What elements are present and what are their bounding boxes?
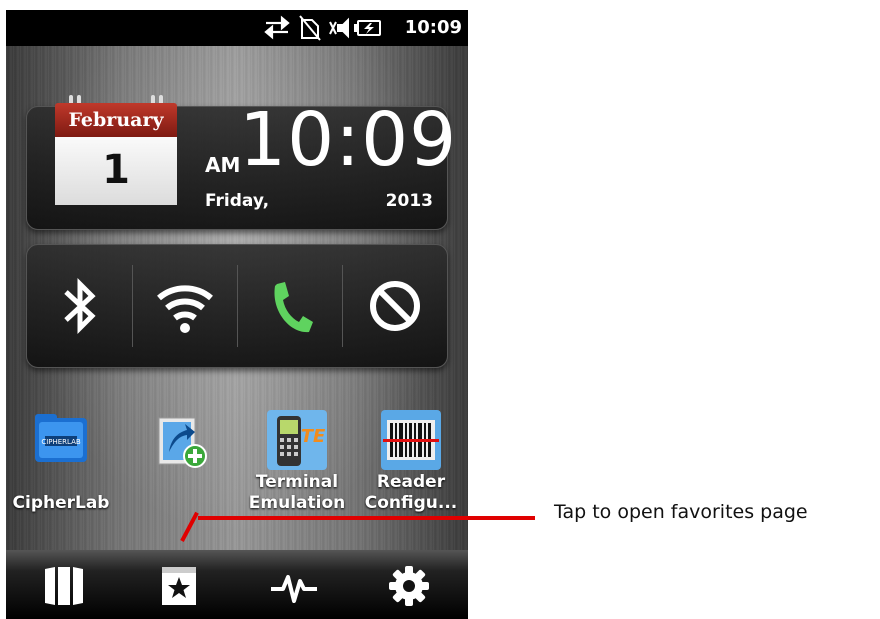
phone-icon: [273, 282, 313, 333]
gear-icon: [388, 566, 429, 606]
calendar-icon: February 1: [55, 95, 177, 207]
sync-arrows-icon: [264, 15, 290, 40]
device-screen: 10:09 February 1 AM 10:09 Friday, 2013 C…: [6, 10, 468, 619]
app-label: Reader: [376, 472, 446, 492]
quick-toggles-panel: [26, 244, 448, 368]
cipherlab-folder-icon: CIPHERLAB: [35, 414, 87, 462]
app-label: [126, 472, 236, 493]
calendar-day: 1: [55, 137, 177, 205]
clock-weekday: Friday,: [205, 191, 270, 211]
terminal-emulation-icon: TE: [267, 410, 327, 470]
clock-year: 2013: [385, 191, 433, 211]
block-icon: [369, 281, 420, 331]
activity-button[interactable]: [236, 558, 351, 614]
app-label: Configu...: [364, 493, 458, 513]
app-label: [126, 493, 236, 514]
battery-charging-icon: [354, 20, 381, 36]
clock-am-pm: AM: [205, 153, 241, 177]
barcode-reader-icon: [381, 410, 441, 470]
clock-time: 10:09: [239, 97, 458, 183]
app-terminal-emulation[interactable]: TE Terminal Emulation: [242, 408, 352, 514]
app-cipherlab[interactable]: CIPHERLAB CipherLab: [6, 408, 116, 514]
wifi-toggle[interactable]: [132, 261, 237, 351]
svg-text:CIPHERLAB: CIPHERLAB: [41, 438, 81, 446]
apps-panel-icon: [44, 567, 83, 605]
apps-button[interactable]: [6, 558, 121, 614]
home-screen: February 1 AM 10:09 Friday, 2013 CIPHERL…: [6, 46, 468, 560]
do-not-disturb-toggle[interactable]: [342, 261, 447, 351]
app-label: CipherLab: [12, 493, 110, 513]
status-time: 10:09: [404, 17, 462, 38]
bluetooth-toggle[interactable]: [27, 261, 132, 351]
app-label: [6, 472, 116, 493]
favorites-star-icon: [161, 567, 196, 605]
speaker-muted-icon: [329, 17, 349, 39]
phone-toggle[interactable]: [237, 261, 342, 351]
callout-line: [198, 516, 535, 520]
calendar-month: February: [55, 103, 177, 137]
add-shortcut-icon: [158, 417, 207, 468]
app-label: Terminal: [255, 472, 339, 492]
bottom-nav-bar: [6, 550, 468, 619]
status-icons: [190, 10, 390, 46]
status-bar: 10:09: [6, 10, 468, 46]
no-sim-icon: [299, 15, 321, 41]
callout-text: Tap to open favorites page: [554, 501, 808, 523]
settings-button[interactable]: [351, 558, 466, 614]
app-add-shortcut[interactable]: [126, 408, 236, 514]
pulse-icon: [270, 575, 317, 603]
app-reader-config[interactable]: Reader Configu...: [356, 408, 466, 514]
bluetooth-icon: [63, 277, 96, 335]
svg-text:TE: TE: [301, 426, 326, 447]
clock-widget[interactable]: February 1 AM 10:09 Friday, 2013: [26, 95, 456, 230]
favorites-button[interactable]: [121, 558, 236, 614]
wifi-icon: [156, 285, 213, 333]
app-label: Emulation: [248, 493, 346, 513]
